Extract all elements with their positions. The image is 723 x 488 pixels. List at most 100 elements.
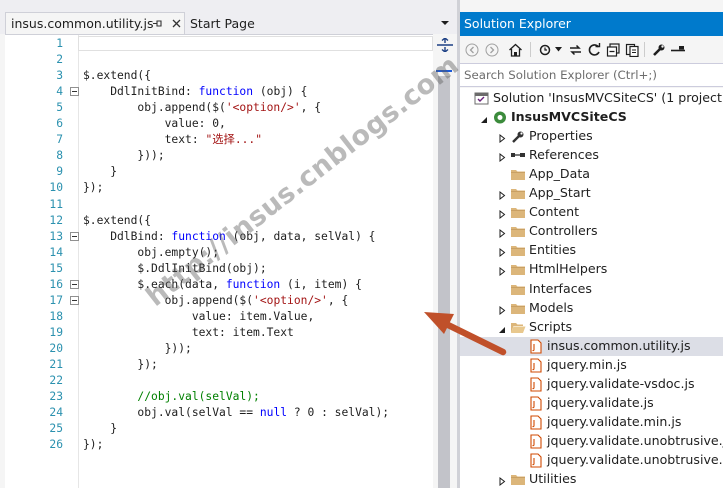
tree-item[interactable]: jquery.validate.min.js	[460, 413, 723, 432]
collapsed-arrow-icon[interactable]	[498, 208, 506, 220]
tree-item-label: insus.common.utility.js	[547, 337, 691, 353]
tab-insus-common-utility[interactable]: insus.common.utility.js	[5, 12, 185, 34]
collapse-icon[interactable]	[70, 295, 79, 305]
code-line[interactable]: 19 text: item.Text	[5, 325, 433, 341]
wrench-icon[interactable]	[650, 41, 667, 58]
collapsed-arrow-icon[interactable]	[498, 246, 506, 258]
collapsed-arrow-icon[interactable]	[498, 151, 506, 163]
tree-item[interactable]: jquery.min.js	[460, 356, 723, 375]
code-line[interactable]: 22	[5, 373, 433, 389]
chevron-down-icon[interactable]	[440, 18, 450, 28]
wrench-icon	[510, 129, 526, 144]
code-line[interactable]: 3 $.extend({	[5, 68, 433, 84]
tree-item[interactable]: Solution 'InsusMVCSiteCS' (1 project)	[460, 89, 723, 108]
code-line[interactable]: 23 //obj.val(selVal);	[5, 389, 433, 405]
tree-item[interactable]: Content	[460, 203, 723, 222]
code-line[interactable]: 26});	[5, 437, 433, 453]
line-number: 4	[56, 85, 63, 99]
code-line[interactable]: 8 }));	[5, 148, 433, 164]
preview-selected-items-icon[interactable]	[669, 41, 687, 58]
tree-item[interactable]: jquery.validate.unobtrusive.js	[460, 432, 723, 451]
code-line[interactable]: 4 DdlInitBind: function (obj) {	[5, 84, 433, 100]
code-text: }));	[83, 341, 192, 355]
tree-item[interactable]: HtmlHelpers	[460, 260, 723, 279]
collapse-all-icon[interactable]	[605, 41, 622, 58]
tree-item-label: jquery.validate-vsdoc.js	[547, 375, 695, 391]
expanded-arrow-icon[interactable]	[498, 323, 506, 333]
code-line[interactable]: 20 }));	[5, 341, 433, 357]
code-line[interactable]: 1	[5, 36, 433, 52]
pin-icon[interactable]	[149, 16, 165, 32]
collapsed-arrow-icon[interactable]	[498, 475, 506, 487]
code-line[interactable]: 13 DdlBind: function (obj, data, selVal)…	[5, 229, 433, 245]
tree-item[interactable]: App_Start	[460, 184, 723, 203]
tree-item-label: InsusMVCSiteCS	[511, 109, 627, 125]
collapsed-arrow-icon[interactable]	[498, 227, 506, 239]
tree-item[interactable]: Models	[460, 299, 723, 318]
tab-start-page[interactable]: Start Page	[190, 13, 310, 34]
split-view-icon[interactable]	[437, 38, 453, 52]
solution-explorer-title-bar[interactable]: Solution Explorer	[460, 12, 723, 36]
home-icon[interactable]	[507, 41, 524, 58]
line-number: 20	[49, 341, 63, 355]
tree-item[interactable]: InsusMVCSiteCS	[460, 108, 723, 127]
search-input[interactable]	[464, 68, 714, 82]
code-line[interactable]: 12 $.extend({	[5, 213, 433, 229]
forward-icon[interactable]	[483, 41, 500, 58]
code-line[interactable]: 6 value: 0,	[5, 116, 433, 132]
code-line[interactable]: 9 }	[5, 164, 433, 180]
code-line[interactable]: 16 $.each(data, function (i, item) {	[5, 277, 433, 293]
code-line[interactable]: 14 obj.empty();	[5, 245, 433, 261]
code-editor[interactable]: 1 2 3 $.extend({4 DdlInitBind: function (ob…	[5, 34, 433, 488]
solution-explorer-search[interactable]	[460, 63, 723, 87]
tree-item-label: Utilities	[529, 471, 577, 486]
line-number: 10	[49, 181, 63, 195]
chevron-down-icon[interactable]	[554, 41, 563, 58]
code-line[interactable]: 2	[5, 52, 433, 68]
code-line[interactable]: 10});	[5, 180, 433, 196]
code-line[interactable]: 15 $.DdlInitBind(obj);	[5, 261, 433, 277]
code-text: $.extend({	[83, 213, 152, 227]
line-number: 17	[49, 293, 63, 307]
collapsed-arrow-icon[interactable]	[498, 189, 506, 201]
tree-item[interactable]: jquery.validate.js	[460, 394, 723, 413]
tree-item[interactable]: Properties	[460, 127, 723, 146]
tree-item[interactable]: Interfaces	[460, 280, 723, 299]
refresh-icon[interactable]	[586, 41, 603, 58]
tree-item[interactable]: Utilities	[460, 470, 723, 488]
code-line[interactable]: 21 });	[5, 357, 433, 373]
collapse-icon[interactable]	[70, 279, 79, 289]
tree-item[interactable]: Controllers	[460, 222, 723, 241]
code-line[interactable]: 18 value: item.Value,	[5, 309, 433, 325]
collapsed-arrow-icon[interactable]	[498, 265, 506, 277]
back-icon[interactable]	[463, 41, 480, 58]
tree-item-label: jquery.validate.js	[547, 394, 654, 410]
code-text: }	[83, 422, 118, 436]
collapsed-arrow-icon[interactable]	[498, 132, 506, 144]
code-line[interactable]: 25 }	[5, 421, 433, 437]
tree-item[interactable]: insus.common.utility.js	[460, 336, 723, 356]
code-line[interactable]: 24 obj.val(selVal == null ? 0 : selVal);	[5, 405, 433, 421]
code-line[interactable]: 7 text: "选择..."	[5, 132, 433, 148]
js-file-icon	[528, 358, 544, 373]
close-icon[interactable]	[168, 16, 184, 32]
show-all-files-icon[interactable]	[624, 41, 641, 58]
code-line[interactable]: 17 obj.append($('<option/>', {	[5, 293, 433, 309]
tree-item[interactable]: jquery.validate.unobtrusive.min	[460, 451, 723, 470]
tree-item[interactable]: jquery.validate-vsdoc.js	[460, 375, 723, 394]
code-line[interactable]: 5 obj.append($('<option/>', {	[5, 100, 433, 116]
collapse-icon[interactable]	[70, 87, 79, 97]
pending-changes-filter-icon[interactable]	[537, 41, 554, 58]
code-line[interactable]: 11	[5, 197, 433, 213]
tree-item[interactable]: Scripts	[460, 318, 723, 337]
tree-item[interactable]: Entities	[460, 241, 723, 260]
collapse-icon[interactable]	[70, 231, 79, 241]
scrollbar-thumb[interactable]	[438, 76, 450, 488]
tree-item[interactable]: App_Data	[460, 165, 723, 184]
tree-item[interactable]: References	[460, 146, 723, 165]
collapsed-arrow-icon[interactable]	[498, 304, 506, 315]
js-file-icon	[528, 434, 544, 449]
line-number: 5	[56, 101, 63, 115]
expanded-arrow-icon[interactable]	[480, 113, 488, 124]
sync-icon[interactable]	[567, 41, 584, 58]
